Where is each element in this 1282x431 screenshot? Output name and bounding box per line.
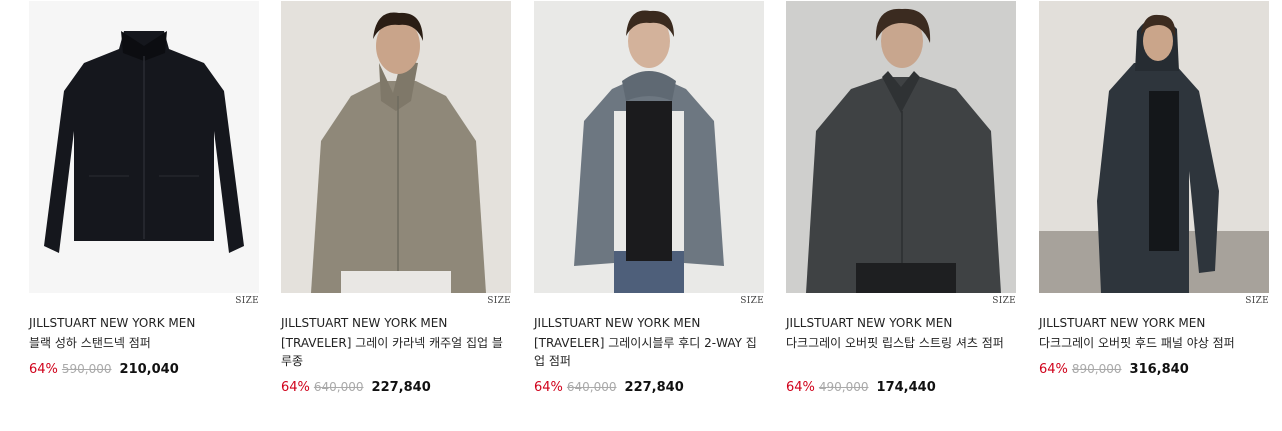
product-photo-dark-gray-parka	[1039, 1, 1269, 293]
product-brand[interactable]: JILLSTUART NEW YORK MEN	[29, 316, 195, 330]
product-name[interactable]: 다크그레이 오버핏 후드 패널 야상 점퍼	[1039, 334, 1271, 352]
discount-rate: 64%	[29, 362, 58, 377]
original-price: 590,000	[61, 362, 112, 376]
product-name[interactable]: [TRAVELER] 그레이시블루 후디 2-WAY 집업 점퍼	[534, 334, 766, 370]
product-grid: SIZE JILLSTUART NEW YORK MEN 블랙 성하 스탠드넥 …	[0, 0, 1282, 431]
product-card[interactable]: SIZE JILLSTUART NEW YORK MEN 다크그레이 오버핏 립…	[786, 1, 1016, 395]
product-photo-dark-gray-shirt-jacket	[786, 1, 1016, 293]
original-price: 640,000	[566, 380, 617, 394]
product-name[interactable]: 블랙 성하 스탠드넥 점퍼	[29, 334, 261, 352]
product-image[interactable]	[281, 1, 511, 293]
product-photo-grayish-blue-hoodie	[534, 1, 764, 293]
product-photo-gray-blouson	[281, 1, 511, 293]
sale-price: 316,840	[1129, 362, 1189, 377]
sale-price: 174,440	[876, 380, 936, 395]
product-price: 64% 590,000 210,040	[29, 362, 179, 377]
discount-rate: 64%	[281, 380, 310, 395]
original-price: 890,000	[1071, 362, 1122, 376]
product-image[interactable]	[534, 1, 764, 293]
product-image[interactable]	[29, 1, 259, 293]
product-card[interactable]: SIZE JILLSTUART NEW YORK MEN 다크그레이 오버핏 후…	[1039, 1, 1269, 377]
original-price: 490,000	[818, 380, 869, 394]
product-brand[interactable]: JILLSTUART NEW YORK MEN	[786, 316, 952, 330]
product-card[interactable]: SIZE JILLSTUART NEW YORK MEN [TRAVELER] …	[534, 1, 764, 395]
sale-price: 227,840	[624, 380, 684, 395]
product-brand[interactable]: JILLSTUART NEW YORK MEN	[281, 316, 447, 330]
size-tag[interactable]: SIZE	[740, 296, 764, 306]
product-price: 64% 890,000 316,840	[1039, 362, 1189, 377]
original-price: 640,000	[313, 380, 364, 394]
product-price: 64% 640,000 227,840	[281, 380, 431, 395]
discount-rate: 64%	[786, 380, 815, 395]
size-tag[interactable]: SIZE	[487, 296, 511, 306]
size-tag[interactable]: SIZE	[1245, 296, 1269, 306]
product-card[interactable]: SIZE JILLSTUART NEW YORK MEN 블랙 성하 스탠드넥 …	[29, 1, 259, 377]
size-tag[interactable]: SIZE	[235, 296, 259, 306]
discount-rate: 64%	[1039, 362, 1068, 377]
product-brand[interactable]: JILLSTUART NEW YORK MEN	[1039, 316, 1205, 330]
discount-rate: 64%	[534, 380, 563, 395]
product-price: 64% 490,000 174,440	[786, 380, 936, 395]
product-brand[interactable]: JILLSTUART NEW YORK MEN	[534, 316, 700, 330]
product-image[interactable]	[786, 1, 1016, 293]
sale-price: 227,840	[371, 380, 431, 395]
product-name[interactable]: 다크그레이 오버핏 립스탑 스트링 셔츠 점퍼	[786, 334, 1018, 352]
product-photo-black-jacket	[29, 1, 259, 293]
sale-price: 210,040	[119, 362, 179, 377]
product-image[interactable]	[1039, 1, 1269, 293]
product-price: 64% 640,000 227,840	[534, 380, 684, 395]
product-card[interactable]: SIZE JILLSTUART NEW YORK MEN [TRAVELER] …	[281, 1, 511, 395]
size-tag[interactable]: SIZE	[992, 296, 1016, 306]
product-name[interactable]: [TRAVELER] 그레이 카라넥 캐주얼 집업 블루종	[281, 334, 513, 370]
